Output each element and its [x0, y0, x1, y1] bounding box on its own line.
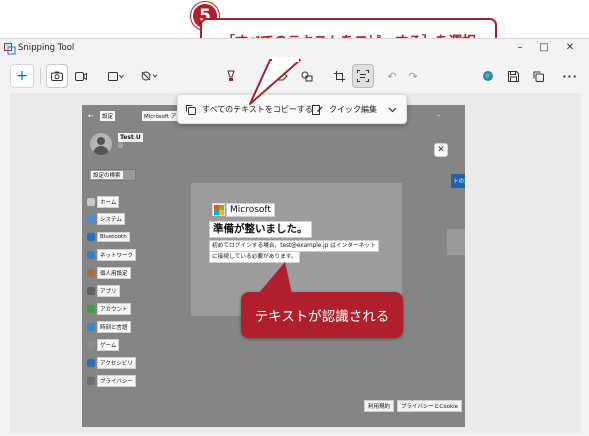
captured-window-title: Microsoft ア	[142, 111, 179, 121]
rectangle-snip-icon	[108, 71, 124, 81]
minimize-icon[interactable]: –	[513, 41, 527, 55]
text-actions-button[interactable]	[352, 64, 374, 88]
captured-privacy-link: プライバシーとCookie	[397, 400, 463, 412]
captured-terms-link: 利用規約	[364, 400, 395, 412]
microsoft-logo	[212, 203, 225, 216]
screenshot-mode-button[interactable]	[46, 64, 68, 88]
crop-button[interactable]	[329, 64, 349, 88]
captured-nav-item: 個人用設定	[87, 266, 131, 279]
close-text-actions-button[interactable]: ✕	[434, 143, 448, 157]
copy-all-text-button[interactable]: すべてのテキストをコピーする	[186, 101, 313, 118]
camera-icon	[51, 71, 63, 81]
copy-all-text-icon	[186, 104, 196, 115]
plus-icon: +	[16, 68, 28, 84]
delay-dropdown[interactable]	[138, 64, 162, 88]
captured-add-button: トの追加	[451, 174, 465, 188]
video-camera-icon	[75, 71, 87, 81]
captured-nav-item: ホーム	[87, 195, 120, 208]
more-options-button[interactable]: ···	[560, 64, 580, 88]
apps-icon	[87, 286, 95, 295]
ellipsis-icon: ···	[562, 69, 578, 83]
accessibility-icon	[87, 358, 95, 367]
undo-button[interactable]: ↶	[383, 64, 401, 88]
copy-all-text-label: すべてのテキストをコピーする	[202, 105, 313, 114]
text-actions-icon	[357, 70, 369, 82]
captured-nav-item: アプリ	[87, 284, 120, 297]
quick-redact-dropdown[interactable]	[384, 102, 400, 117]
redo-icon: ↷	[408, 69, 418, 83]
captured-nav-item: Bluetooth	[87, 231, 130, 242]
new-snip-button[interactable]: +	[10, 64, 34, 88]
captured-nav-item: ゲーム	[87, 338, 120, 351]
captured-nav-item: ネットワーク	[87, 248, 137, 261]
captured-nav-item: アカウント	[87, 302, 131, 315]
captured-nav-item: システム	[87, 212, 125, 225]
copy-button[interactable]	[528, 64, 548, 88]
close-window-icon[interactable]: ✕	[563, 41, 577, 55]
callout-text-recognized: テキストが認識される	[241, 292, 403, 338]
captured-nav-item: アクセシビリ	[87, 356, 136, 369]
redo-button[interactable]: ↷	[404, 64, 422, 88]
home-icon	[87, 197, 95, 206]
gaming-icon	[87, 340, 95, 349]
eraser-icon	[276, 71, 288, 81]
save-icon	[507, 70, 519, 82]
globe-share-icon	[483, 71, 493, 81]
save-button[interactable]	[503, 64, 523, 88]
captured-nav-item: プライバシー	[87, 374, 136, 387]
shapes-icon	[301, 71, 313, 81]
captured-right-panel	[447, 229, 465, 255]
toolbar: + ↶ ↷ ···	[0, 61, 589, 91]
edit-pen-icon	[312, 104, 323, 115]
share-button[interactable]	[478, 64, 498, 88]
quick-redact-button[interactable]: クイック編集	[312, 101, 377, 118]
network-icon	[87, 250, 95, 259]
text-actions-bar: すべてのテキストをコピーする クイック編集	[177, 94, 407, 124]
maximize-icon[interactable]: □	[537, 41, 551, 55]
title-bar: Snipping Tool – □ ✕	[0, 39, 589, 59]
captured-nav-item: 時刻と言語	[87, 320, 131, 333]
crop-icon	[333, 70, 345, 82]
accounts-icon	[87, 304, 95, 313]
record-mode-button[interactable]	[70, 64, 92, 88]
captured-sidebar: ホーム システム Bluetooth ネットワーク 個人用設定 アプリ アカウン…	[82, 105, 146, 427]
callout-text-recognized-text: テキストが認識される	[254, 309, 390, 325]
bluetooth-icon	[87, 232, 95, 241]
app-title: Snipping Tool	[18, 43, 75, 53]
privacy-icon	[87, 376, 95, 385]
captured-body-line2: に接続している必要があります。	[209, 251, 300, 263]
quick-redact-label: クイック編集	[329, 105, 377, 114]
highlighter-icon	[227, 70, 235, 81]
snip-shape-dropdown[interactable]	[104, 64, 128, 88]
system-icon	[87, 214, 95, 223]
chevron-down-icon	[388, 107, 396, 112]
highlighter-button[interactable]	[221, 64, 241, 88]
captured-minimize-icon: –	[437, 111, 441, 119]
shapes-button[interactable]	[297, 64, 317, 88]
snipping-tool-app-icon	[4, 43, 16, 55]
copy-icon	[533, 71, 544, 82]
undo-icon: ↶	[387, 69, 397, 83]
captured-heading: 準備が整いました。	[209, 221, 312, 238]
captured-brand-text: Microsoft	[226, 203, 275, 217]
time-language-icon	[87, 322, 95, 331]
eraser-button[interactable]	[272, 64, 292, 88]
toolbar-separator	[40, 68, 41, 84]
personalization-icon	[87, 268, 95, 277]
no-timer-icon	[141, 71, 158, 81]
